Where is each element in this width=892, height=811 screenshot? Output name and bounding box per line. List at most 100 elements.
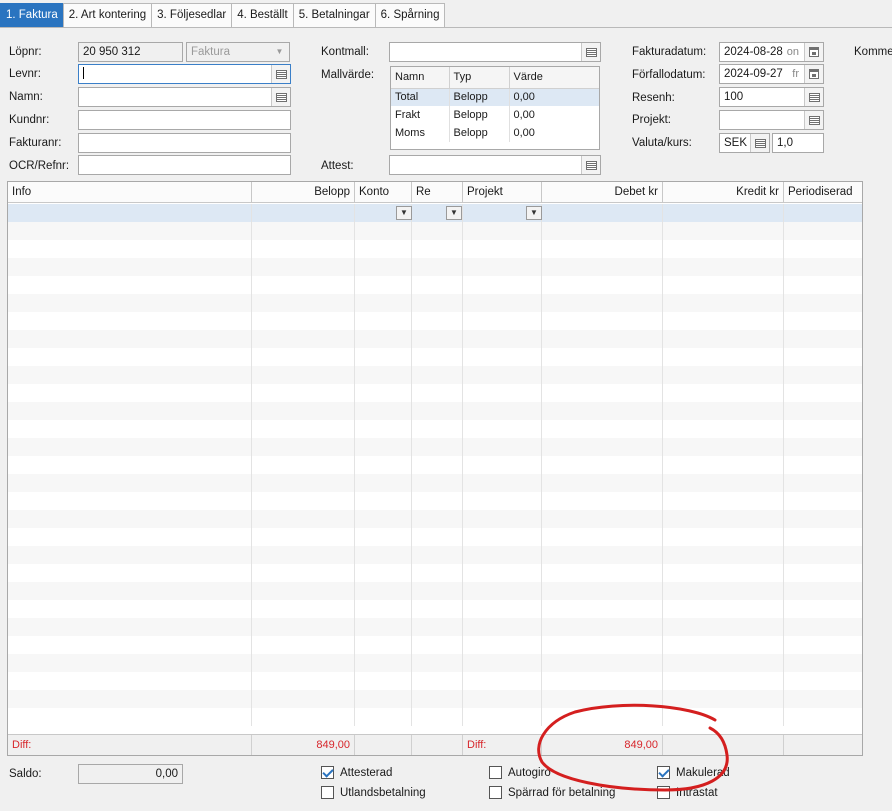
table-cell[interactable] (463, 420, 542, 438)
table-cell[interactable] (463, 366, 542, 384)
table-cell[interactable] (542, 492, 663, 510)
table-cell[interactable] (463, 600, 542, 618)
table-cell[interactable] (663, 312, 784, 330)
table-cell[interactable] (542, 348, 663, 366)
table-cell[interactable] (412, 600, 463, 618)
table-cell[interactable] (784, 564, 862, 582)
table-cell[interactable] (463, 636, 542, 654)
table-cell[interactable] (463, 384, 542, 402)
table-row[interactable] (8, 492, 862, 510)
table-cell[interactable] (784, 600, 862, 618)
resenh-field[interactable]: 100 (719, 87, 824, 107)
table-row[interactable]: ▼ ▼ ▼ (8, 204, 862, 222)
table-cell[interactable] (252, 276, 355, 294)
table-cell[interactable] (784, 330, 862, 348)
column-header-re[interactable]: Re (412, 182, 463, 203)
table-cell[interactable] (784, 456, 862, 474)
table-cell[interactable] (663, 240, 784, 258)
table-cell[interactable] (542, 294, 663, 312)
table-cell[interactable] (542, 546, 663, 564)
table-cell[interactable] (8, 366, 252, 384)
table-cell[interactable] (542, 330, 663, 348)
mallvarde-header-varde[interactable]: Värde (509, 67, 599, 89)
table-row[interactable] (8, 672, 862, 690)
table-cell[interactable] (542, 582, 663, 600)
attest-field[interactable] (389, 155, 601, 175)
table-cell[interactable] (252, 402, 355, 420)
table-cell[interactable] (252, 438, 355, 456)
column-header-periodiserad[interactable]: Periodiserad (784, 182, 862, 203)
projekt-field[interactable] (719, 110, 824, 130)
table-cell[interactable] (463, 222, 542, 240)
table-cell[interactable] (784, 618, 862, 636)
table-cell[interactable] (784, 510, 862, 528)
table-row[interactable] (8, 402, 862, 420)
table-cell[interactable] (8, 582, 252, 600)
table-cell[interactable] (663, 438, 784, 456)
table-cell[interactable] (8, 672, 252, 690)
checkbox-attesterad[interactable]: Attesterad (321, 766, 392, 779)
table-cell[interactable] (355, 654, 412, 672)
table-cell[interactable] (784, 276, 862, 294)
table-cell[interactable] (8, 420, 252, 438)
table-cell[interactable] (252, 618, 355, 636)
mallvarde-row[interactable]: Total Belopp 0,00 (391, 88, 599, 106)
fakturadatum-calendar-button[interactable] (804, 43, 823, 61)
table-cell[interactable] (542, 672, 663, 690)
table-row[interactable] (8, 366, 862, 384)
table-cell[interactable] (663, 258, 784, 276)
table-cell[interactable] (355, 528, 412, 546)
table-cell[interactable] (542, 276, 663, 294)
table-cell[interactable] (412, 330, 463, 348)
table-cell[interactable] (8, 618, 252, 636)
table-cell[interactable] (8, 258, 252, 276)
table-cell[interactable] (463, 276, 542, 294)
column-header-info[interactable]: Info (8, 182, 252, 203)
tab-sparning[interactable]: 6. Spårning (374, 3, 446, 27)
table-cell[interactable] (412, 456, 463, 474)
mallvarde-header-typ[interactable]: Typ (449, 67, 510, 89)
table-cell[interactable] (8, 456, 252, 474)
table-row[interactable] (8, 564, 862, 582)
table-cell[interactable] (252, 690, 355, 708)
table-cell[interactable] (463, 528, 542, 546)
kontmall-field[interactable] (389, 42, 601, 62)
mallvarde-header-namn[interactable]: Namn (391, 67, 450, 89)
table-cell[interactable] (8, 240, 252, 258)
table-cell[interactable] (663, 366, 784, 384)
table-cell[interactable] (412, 654, 463, 672)
table-row[interactable] (8, 276, 862, 294)
column-header-projekt[interactable]: Projekt (463, 182, 542, 203)
table-cell[interactable] (355, 510, 412, 528)
table-cell[interactable] (252, 492, 355, 510)
tab-betalningar[interactable]: 5. Betalningar (292, 3, 376, 27)
table-cell[interactable] (355, 618, 412, 636)
table-cell[interactable] (784, 492, 862, 510)
mallvarde-cell[interactable]: 0,00 (509, 124, 599, 142)
table-cell[interactable] (252, 636, 355, 654)
table-cell[interactable] (784, 636, 862, 654)
table-cell[interactable] (542, 240, 663, 258)
resenh-list-button[interactable] (804, 88, 823, 106)
table-cell[interactable] (542, 654, 663, 672)
table-cell[interactable] (412, 474, 463, 492)
table-cell[interactable] (412, 510, 463, 528)
mallvarde-row[interactable]: Moms Belopp 0,00 (391, 124, 599, 142)
table-cell[interactable] (784, 420, 862, 438)
table-cell[interactable] (663, 708, 784, 726)
table-cell[interactable] (784, 438, 862, 456)
re-dropdown-button[interactable]: ▼ (446, 206, 462, 220)
table-cell[interactable] (784, 690, 862, 708)
fakturanr-field[interactable] (78, 133, 291, 153)
table-cell[interactable] (663, 204, 784, 222)
table-cell[interactable] (412, 222, 463, 240)
checkbox-utlandsbetalning-box[interactable] (321, 786, 334, 799)
table-cell[interactable] (8, 384, 252, 402)
table-cell[interactable] (8, 600, 252, 618)
table-cell[interactable] (463, 402, 542, 420)
table-cell[interactable] (663, 348, 784, 366)
table-cell[interactable] (663, 492, 784, 510)
levnr-list-button[interactable] (271, 65, 290, 83)
table-row[interactable] (8, 690, 862, 708)
table-cell[interactable] (542, 420, 663, 438)
